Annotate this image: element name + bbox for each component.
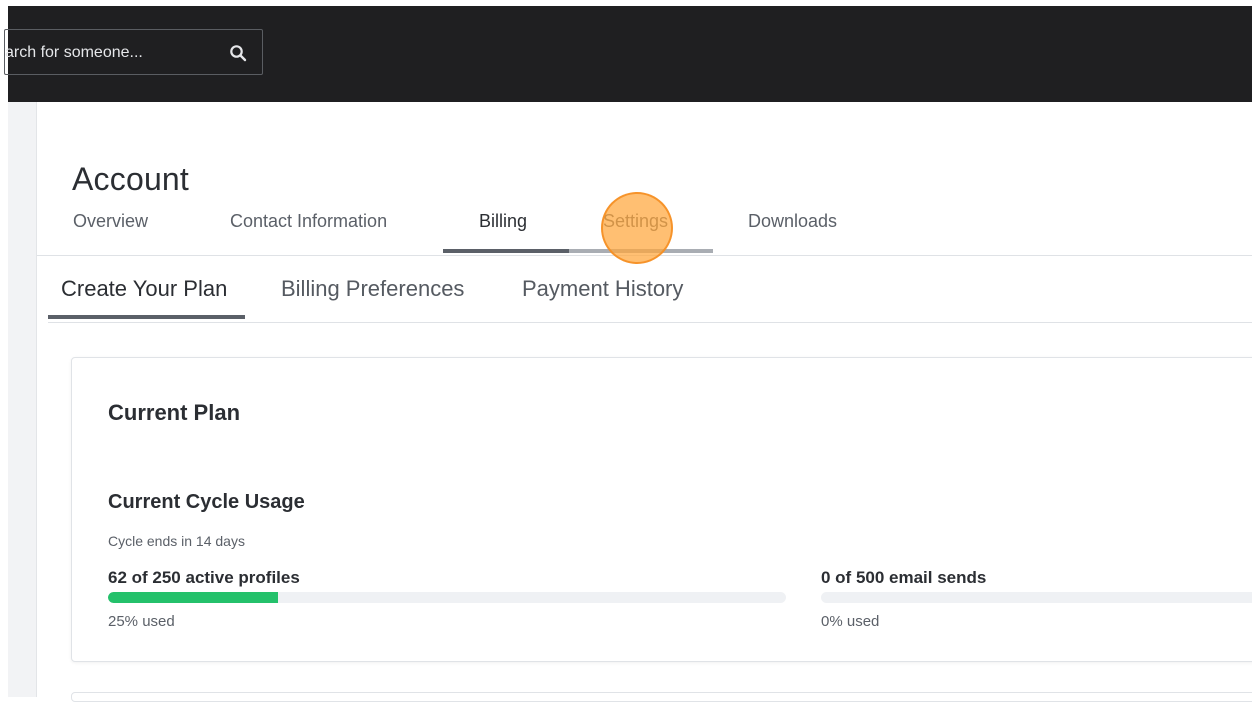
subtab-create-your-plan[interactable]: Create Your Plan [61, 276, 227, 302]
usage-section-title: Current Cycle Usage [108, 491, 305, 513]
search-icon[interactable] [229, 44, 247, 62]
window-left-edge [0, 6, 8, 697]
email-sends-percent: 0% used [821, 613, 880, 630]
tab-contact-information[interactable]: Contact Information [230, 211, 387, 232]
active-profiles-percent: 25% used [108, 613, 175, 630]
account-tabs: Overview Contact Information Billing Set… [37, 200, 1252, 256]
tab-overview[interactable]: Overview [73, 211, 148, 232]
tab-billing-active-indicator [443, 249, 569, 253]
page-title: Account [72, 161, 190, 198]
current-plan-card: Current Plan Current Cycle Usage Cycle e… [71, 357, 1252, 662]
tab-settings[interactable]: Settings [603, 211, 668, 232]
search-input[interactable] [5, 43, 215, 63]
email-sends-label: 0 of 500 email sends [821, 568, 987, 587]
tab-downloads[interactable]: Downloads [748, 211, 837, 232]
subtab-payment-history[interactable]: Payment History [522, 276, 683, 302]
billing-subtabs: Create Your Plan Billing Preferences Pay… [48, 256, 1252, 323]
cycle-ends-text: Cycle ends in 14 days [108, 533, 245, 549]
active-profiles-meter [108, 592, 786, 603]
search-box[interactable] [4, 29, 263, 75]
sidebar-gutter [8, 102, 37, 697]
tab-settings-hover-indicator [569, 249, 713, 253]
email-sends-meter [821, 592, 1252, 603]
top-navigation-bar [4, 6, 1252, 102]
subtab-active-indicator [48, 315, 245, 319]
next-card-edge [71, 692, 1252, 702]
card-title: Current Plan [108, 400, 241, 425]
tab-billing[interactable]: Billing [479, 211, 527, 232]
active-profiles-label: 62 of 250 active profiles [108, 568, 300, 587]
subtab-billing-preferences[interactable]: Billing Preferences [281, 276, 464, 302]
active-profiles-meter-fill [108, 592, 278, 603]
